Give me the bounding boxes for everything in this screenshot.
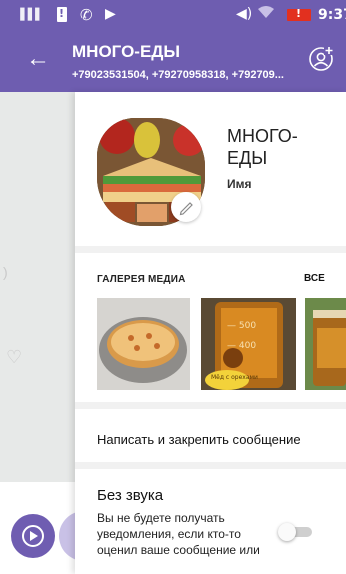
chat-background: ) ♡: [0, 92, 75, 574]
battery-low-icon: [287, 7, 311, 21]
pencil-icon: [179, 202, 193, 216]
thumbnail-caption: Мёд с орехами: [211, 374, 258, 381]
heart-icon[interactable]: ♡: [6, 347, 22, 368]
chat-info-header: ← МНОГО-ЕДЫ +79023531504, +79270958318, …: [0, 30, 346, 92]
clock: 9:37: [318, 7, 346, 23]
media-thumbnail[interactable]: — 500 — 400 Мёд с орехами: [201, 298, 296, 390]
status-bar: ▐▐▐ ✆ ▶ ◀) 9:37: [0, 0, 346, 30]
mute-toggle[interactable]: [278, 523, 314, 541]
divider: [75, 246, 346, 253]
add-participant-icon[interactable]: [308, 46, 334, 72]
wifi-icon: [257, 5, 275, 23]
svg-text:— 500: — 500: [227, 321, 256, 331]
divider: [75, 462, 346, 469]
chat-area: [0, 92, 75, 482]
media-gallery-title: ГАЛЕРЕЯ МЕДИА: [97, 274, 186, 285]
chat-info-panel: МНОГО-ЕДЫ Имя ГАЛЕРЕЯ МЕДИА ВСЕ — 500 — …: [75, 92, 346, 574]
mute-title: Без звука: [97, 487, 164, 504]
media-gallery-all-link[interactable]: ВСЕ: [304, 273, 325, 284]
group-name[interactable]: МНОГО-ЕДЫ: [227, 125, 337, 169]
edit-avatar-button[interactable]: [171, 192, 201, 222]
pin-message-button[interactable]: Написать и закрепить сообщение: [97, 432, 301, 447]
message-mark-icon: ): [3, 264, 8, 280]
group-name-label: Имя: [227, 177, 252, 191]
volume-icon: ◀): [236, 6, 253, 22]
media-play-button[interactable]: [11, 514, 55, 558]
media-thumbnail[interactable]: [97, 298, 190, 390]
divider: [75, 402, 346, 409]
phone-icon: ✆: [80, 6, 93, 24]
header-participants: +79023531504, +79270958318, +792709...: [72, 69, 284, 81]
signal-icon: ▐▐▐: [16, 8, 39, 21]
play-icon: ▶: [105, 6, 116, 22]
media-thumbnail[interactable]: [305, 298, 346, 390]
battery-alert-icon: [57, 7, 67, 22]
back-arrow-icon[interactable]: ←: [26, 47, 50, 71]
header-title: МНОГО-ЕДЫ: [72, 42, 181, 61]
mute-description: Вы не будете получать уведомления, если …: [97, 511, 260, 557]
